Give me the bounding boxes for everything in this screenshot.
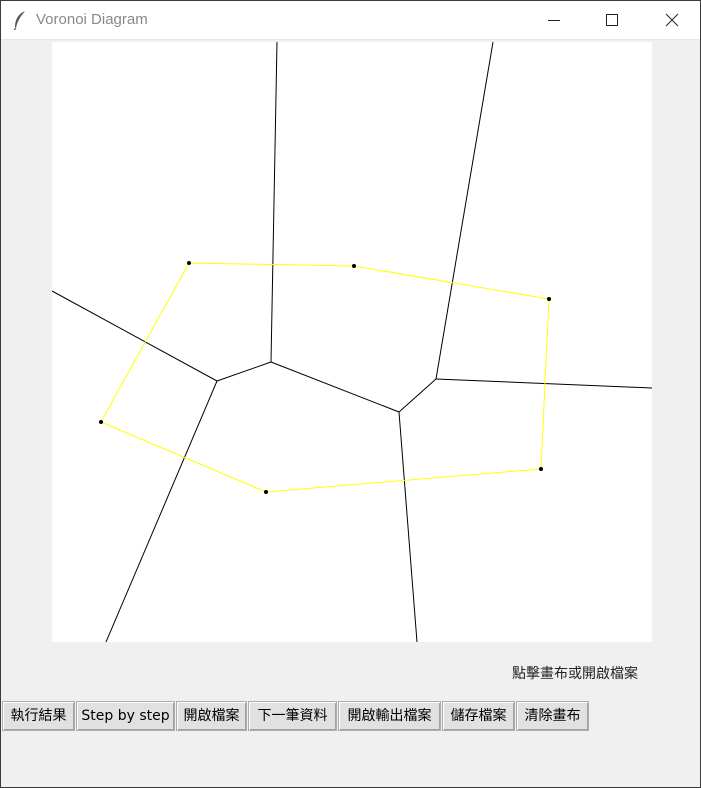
site-point: [187, 261, 191, 265]
app-window: Voronoi Diagram 點擊畫布或開啟檔案 執行結果 Step by s…: [0, 0, 701, 788]
voronoi-edge: [270, 42, 278, 363]
run-result-button[interactable]: 執行結果: [2, 701, 75, 731]
site-point: [539, 467, 543, 471]
title-bar[interactable]: Voronoi Diagram: [1, 1, 700, 40]
open-output-file-button[interactable]: 開啟輸出檔案: [338, 701, 441, 731]
close-icon: [665, 13, 679, 27]
voronoi-edge: [105, 380, 218, 642]
window-title: Voronoi Diagram: [36, 11, 148, 28]
voronoi-edge: [270, 361, 400, 413]
minimize-icon: [548, 20, 560, 21]
feather-icon: [13, 11, 25, 30]
save-file-button[interactable]: 儲存檔案: [442, 701, 515, 731]
site-points: [99, 261, 551, 494]
voronoi-edges: [52, 42, 652, 642]
open-file-button[interactable]: 開啟檔案: [176, 701, 247, 731]
voronoi-edge: [216, 361, 272, 382]
close-button[interactable]: [649, 1, 695, 39]
site-point: [547, 297, 551, 301]
site-point: [264, 490, 268, 494]
next-data-button[interactable]: 下一筆資料: [248, 701, 337, 731]
drawing-canvas[interactable]: [52, 42, 652, 642]
clear-canvas-button[interactable]: 清除畫布: [516, 701, 589, 731]
voronoi-diagram: [52, 42, 652, 642]
status-text: 點擊畫布或開啟檔案: [512, 666, 638, 682]
minimize-button[interactable]: [531, 1, 577, 39]
voronoi-edge: [52, 290, 218, 382]
step-by-step-button[interactable]: Step by step: [76, 701, 175, 731]
voronoi-edge: [398, 378, 437, 413]
voronoi-edge: [435, 378, 652, 389]
maximize-icon: [606, 14, 618, 26]
site-point: [352, 264, 356, 268]
voronoi-edge: [435, 42, 494, 380]
convex-hull: [100, 262, 550, 493]
maximize-button[interactable]: [589, 1, 635, 39]
voronoi-edge: [398, 411, 418, 642]
site-point: [99, 420, 103, 424]
